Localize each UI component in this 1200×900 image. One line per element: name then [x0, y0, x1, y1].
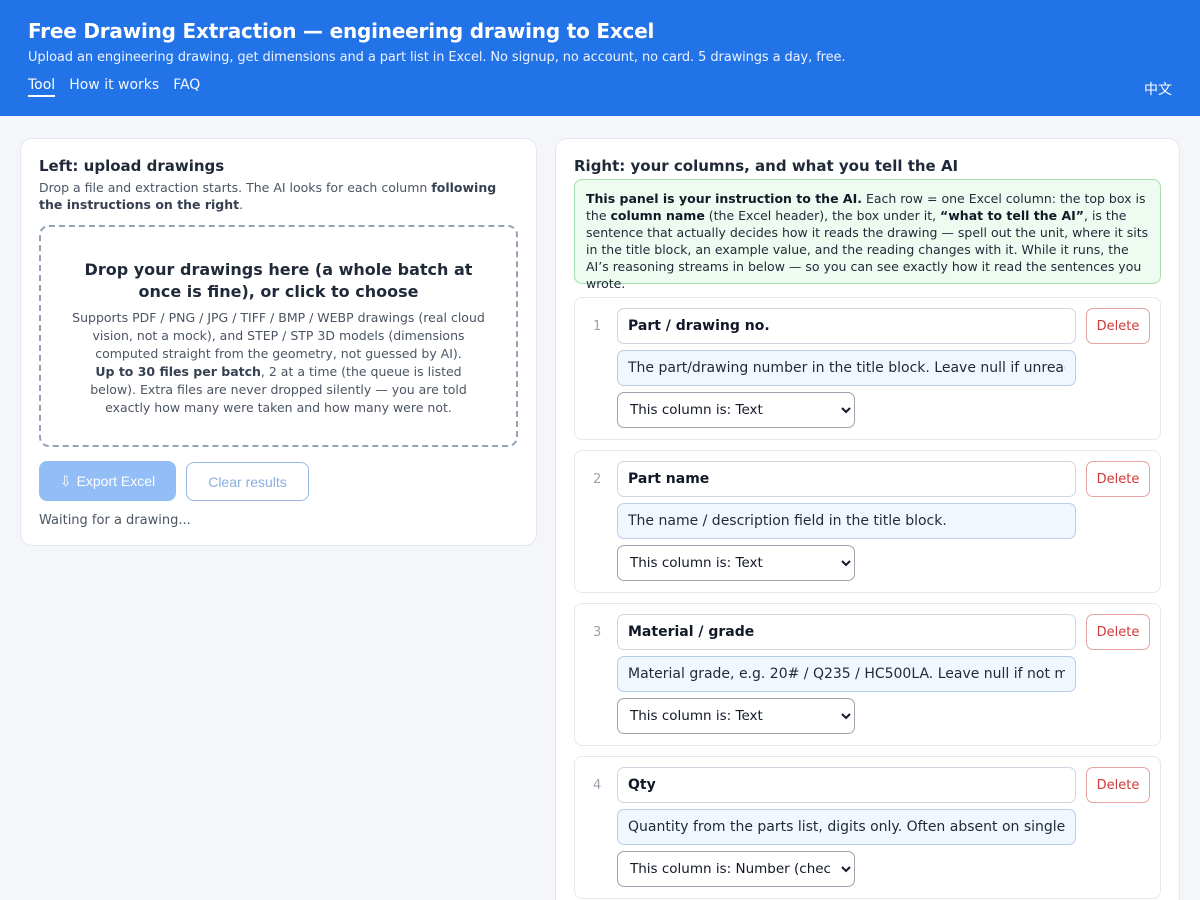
column-row: 3 This column is: Text Delete	[574, 603, 1161, 746]
status-text: Waiting for a drawing...	[39, 513, 191, 528]
column-name-input[interactable]	[617, 767, 1076, 803]
top-header: Free Drawing Extraction — engineering dr…	[0, 0, 1200, 116]
columns-heading: Right: your columns, and what you tell t…	[574, 157, 959, 175]
column-type-select[interactable]: This column is: Text	[617, 545, 855, 581]
column-instruction-input[interactable]	[617, 350, 1076, 386]
nav-how-it-works[interactable]: How it works	[69, 77, 159, 97]
column-row: 2 This column is: Text Delete	[574, 450, 1161, 593]
column-number: 4	[593, 778, 602, 793]
clear-results-button[interactable]: Clear results	[186, 462, 309, 501]
column-instruction-input[interactable]	[617, 809, 1076, 845]
main-nav: Tool How it works FAQ	[28, 77, 200, 97]
column-type-select[interactable]: This column is: Number (checked)	[617, 851, 855, 887]
language-switch[interactable]: 中文	[1144, 79, 1172, 99]
nav-faq[interactable]: FAQ	[173, 77, 200, 97]
column-row: 1 This column is: Text Delete	[574, 297, 1161, 440]
export-excel-label: Export Excel	[76, 473, 156, 489]
column-number: 3	[593, 625, 602, 640]
column-instruction-input[interactable]	[617, 656, 1076, 692]
column-row: 4 This column is: Number (checked) Delet…	[574, 756, 1161, 899]
upload-description: Drop a file and extraction starts. The A…	[39, 180, 497, 212]
upload-heading: Left: upload drawings	[39, 157, 225, 175]
column-number: 2	[593, 472, 602, 487]
columns-panel: Right: your columns, and what you tell t…	[555, 138, 1180, 900]
column-type-select[interactable]: This column is: Text	[617, 698, 855, 734]
column-number: 1	[593, 319, 602, 334]
drop-zone[interactable]: Drop your drawings here (a whole batch a…	[39, 225, 518, 447]
delete-column-button[interactable]: Delete	[1086, 461, 1150, 497]
nav-tool[interactable]: Tool	[28, 77, 56, 97]
export-excel-button[interactable]: ⇩ Export Excel	[39, 461, 176, 501]
drop-zone-help: Supports PDF / PNG / JPG / TIFF / BMP / …	[72, 310, 485, 415]
column-instruction-input[interactable]	[617, 503, 1076, 539]
delete-column-button[interactable]: Delete	[1086, 614, 1150, 650]
column-name-input[interactable]	[617, 308, 1076, 344]
drop-zone-title: Drop your drawings here (a whole batch a…	[84, 260, 473, 301]
column-type-select[interactable]: This column is: Text	[617, 392, 855, 428]
instruction-note: This panel is your instruction to the AI…	[574, 179, 1161, 291]
delete-column-button[interactable]: Delete	[1086, 767, 1150, 803]
delete-column-button[interactable]: Delete	[1086, 308, 1150, 344]
column-name-input[interactable]	[617, 614, 1076, 650]
app-title: Free Drawing Extraction — engineering dr…	[28, 19, 655, 43]
download-icon: ⇩	[59, 472, 72, 489]
column-name-input[interactable]	[617, 461, 1076, 497]
app-subtitle: Upload an engineering drawing, get dimen…	[28, 50, 846, 65]
upload-panel: Left: upload drawings Drop a file and ex…	[20, 138, 537, 546]
